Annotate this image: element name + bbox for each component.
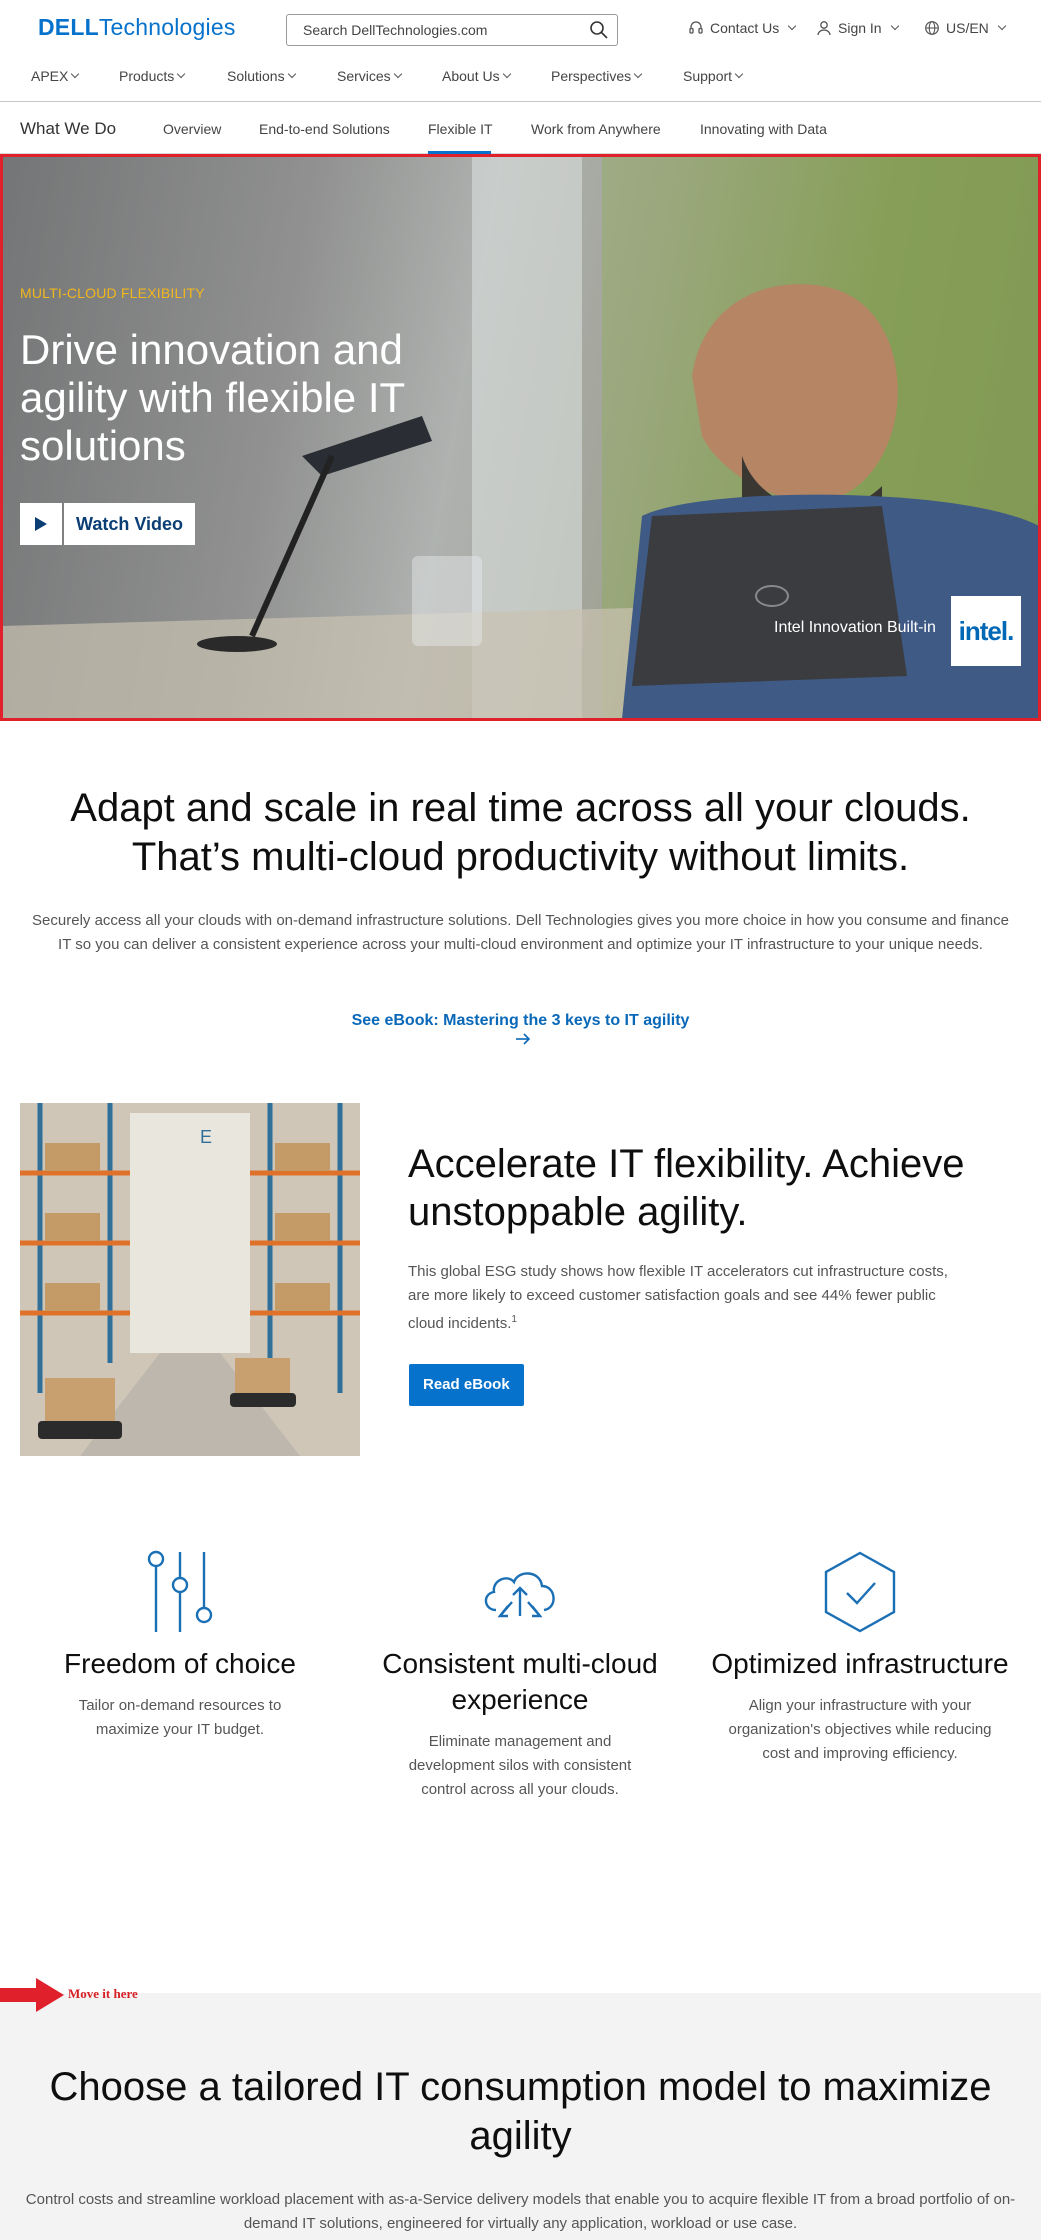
chevron-down-icon [890,21,899,31]
logo-rest-text: Technologies [98,14,236,40]
nav-item-apex[interactable]: APEX [31,68,80,84]
pillar-freedom-of-choice: Freedom of choice Tailor on-demand resou… [30,1550,330,1742]
chevron-down-icon [71,69,80,79]
sign-in-label: Sign In [838,20,882,36]
cloud-arrows-icon [484,1572,555,1618]
tab-overview[interactable]: Overview [163,121,221,137]
intel-logo-text: intel. [958,615,1015,646]
feature-headline: Accelerate IT flexibility. Achieve unsto… [408,1142,965,1234]
search-box [286,14,618,46]
chevron-down-icon [393,69,402,79]
chevron-down-icon [997,21,1007,31]
locale-label: US/EN [946,20,989,36]
chevron-down-icon [734,69,744,79]
section-subnav: What We Do Overview End-to-end Solutions… [0,104,1041,154]
consumption-body: Control costs and streamline workload pl… [25,2191,1016,2232]
nav-label: Perspectives [551,68,632,84]
ebook-link[interactable]: See eBook: Mastering the 3 keys to IT ag… [350,1012,691,1048]
dell-technologies-logo[interactable]: DELLTechnologies [38,14,236,41]
nav-label: Products [119,68,175,84]
pillar-body: Tailor on-demand resources to maximize y… [78,1697,282,1738]
footnote-marker[interactable]: 1 [511,1314,517,1325]
red-arrow-icon [0,1978,64,2012]
feature-body: This global ESG study shows how flexible… [408,1260,968,1336]
hexagon-check-icon [824,1551,896,1633]
intro-body: Securely access all your clouds with on-… [32,912,1009,953]
read-ebook-button[interactable]: Read eBook [409,1364,524,1406]
pillar-optimized-infrastructure: Optimized infrastructure Align your infr… [710,1550,1010,1766]
ebook-link-label: See eBook: Mastering the 3 keys to IT ag… [351,1012,690,1029]
pillar-body: Align your infrastructure with your orga… [728,1697,992,1762]
chevron-down-icon [502,69,511,79]
chevron-down-icon [633,69,643,79]
top-header: DELLTechnologies Contact Us Sign In US/ [0,0,1041,58]
warehouse-image: E [20,1103,360,1456]
nav-item-about-us[interactable]: About Us [442,68,511,84]
svg-text:E: E [200,1127,212,1147]
tab-end-to-end-solutions[interactable]: End-to-end Solutions [259,121,390,137]
hero-banner: MULTI-CLOUD FLEXIBILITY Drive innovation… [2,156,1039,719]
pillar-body: Eliminate management and development sil… [408,1733,632,1798]
nav-label: APEX [31,68,69,84]
annotation-label: Move it here [68,1986,138,2001]
locale-selector[interactable]: US/EN [924,20,1007,36]
subnav-title: What We Do [20,119,117,138]
nav-label: Services [337,68,391,84]
nav-label: Support [683,68,733,84]
chevron-down-icon [177,69,186,79]
nav-item-solutions[interactable]: Solutions [227,68,296,84]
sliders-icon [147,1550,213,1632]
search-input[interactable] [287,15,577,45]
nav-label: Solutions [227,68,285,84]
nav-item-services[interactable]: Services [337,68,402,84]
nav-item-perspectives[interactable]: Perspectives [551,68,643,84]
pillar-title: Freedom of choice [64,1648,296,1679]
logo-bold-text: DELL [38,14,99,40]
tab-work-from-anywhere[interactable]: Work from Anywhere [531,121,661,137]
intro-headline: Adapt and scale in real time across all … [70,786,971,879]
intel-tagline: Intel Innovation Built-in [774,619,936,636]
pillar-title: Optimized infrastructure [711,1648,1009,1679]
tab-flexible-it[interactable]: Flexible IT [428,121,493,137]
search-icon[interactable] [589,20,609,40]
globe-icon [925,21,939,35]
nav-label: About Us [442,68,500,84]
nav-item-products[interactable]: Products [119,68,186,84]
pillar-consistent-multi-cloud: Consistent multi-cloud experience Elimin… [370,1550,670,1802]
annotation-arrow [0,1978,66,2012]
hero-headline: Drive innovation and agility with flexib… [20,326,405,469]
play-icon [20,503,62,545]
tab-innovating-with-data[interactable]: Innovating with Data [700,121,827,137]
headset-icon [689,21,703,34]
chevron-down-icon [287,69,296,79]
consumption-headline: Choose a tailored IT consumption model t… [49,2065,992,2158]
contact-us-label: Contact Us [710,20,780,36]
warehouse-illustration: E [20,1103,360,1456]
contact-us-link[interactable]: Contact Us [688,20,797,36]
main-navigation: APEX Products Solutions Services About U… [0,58,1041,102]
sign-in-link[interactable]: Sign In [816,20,899,36]
nav-item-support[interactable]: Support [683,68,744,84]
feature-body-text: This global ESG study shows how flexible… [408,1263,948,1332]
watch-video-label: Watch Video [64,503,196,545]
chevron-down-icon [788,21,797,31]
arrow-right-icon [515,1033,530,1045]
active-tab-indicator [428,151,491,154]
intel-logo: intel. [951,596,1021,666]
hero-kicker: MULTI-CLOUD FLEXIBILITY [20,285,205,301]
watch-video-button[interactable]: Watch Video [20,503,196,545]
pillar-title: Consistent multi-cloud experience [382,1648,658,1715]
user-icon [817,21,831,36]
